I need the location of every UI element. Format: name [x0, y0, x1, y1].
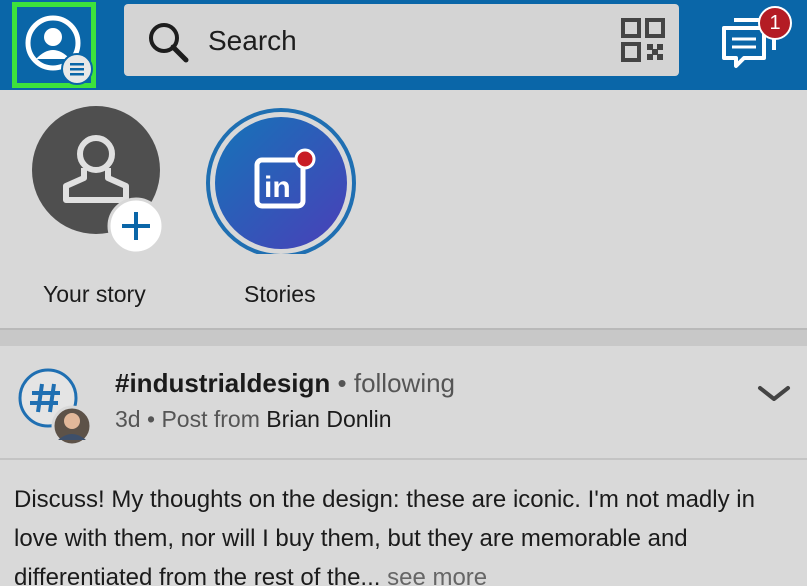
qr-code-icon[interactable]: [621, 18, 665, 62]
post-body: Discuss! My thoughts on the design: thes…: [14, 480, 794, 586]
dot-separator: •: [146, 406, 156, 432]
author-link[interactable]: Brian Donlin: [266, 406, 391, 432]
chevron-down-icon[interactable]: [756, 384, 792, 404]
svg-text:in: in: [264, 171, 291, 204]
feed-post[interactable]: #industrialdesign • following 3d • Post …: [0, 346, 807, 586]
hashtag-avatar[interactable]: [18, 368, 98, 453]
story-linkedin[interactable]: in Stories: [205, 94, 359, 307]
post-meta: 3d • Post from Brian Donlin: [115, 406, 392, 433]
hashtag-link[interactable]: #industrialdesign: [115, 368, 330, 398]
search-placeholder: Search: [208, 25, 297, 56]
new-story-indicator: [294, 148, 316, 170]
follow-status: following: [353, 368, 456, 398]
post-source-prefix: Post from: [161, 406, 260, 432]
notification-badge: 1: [758, 6, 792, 40]
section-divider: [0, 328, 807, 346]
story-your-story[interactable]: Your story: [30, 94, 170, 307]
post-header-title[interactable]: #industrialdesign • following: [115, 368, 455, 399]
post-text: Discuss! My thoughts on the design: thes…: [14, 486, 755, 586]
see-more-link[interactable]: see more: [387, 564, 487, 586]
stories-section: Your story in Stories: [0, 94, 807, 330]
search-icon: [149, 23, 189, 63]
search-input[interactable]: Search: [124, 4, 679, 76]
profile-menu-button[interactable]: [12, 2, 96, 88]
post-age: 3d: [115, 406, 141, 432]
author-avatar: [51, 405, 93, 447]
add-story-avatar: [32, 106, 165, 255]
linkedin-story-avatar: in: [206, 108, 356, 258]
dot-separator: •: [337, 368, 347, 398]
story-label: Stories: [244, 281, 316, 307]
profile-icon: [25, 15, 93, 85]
divider: [0, 458, 807, 460]
story-label: Your story: [43, 281, 146, 307]
top-app-bar: Search 1: [0, 0, 807, 90]
messaging-button[interactable]: 1: [716, 6, 796, 76]
